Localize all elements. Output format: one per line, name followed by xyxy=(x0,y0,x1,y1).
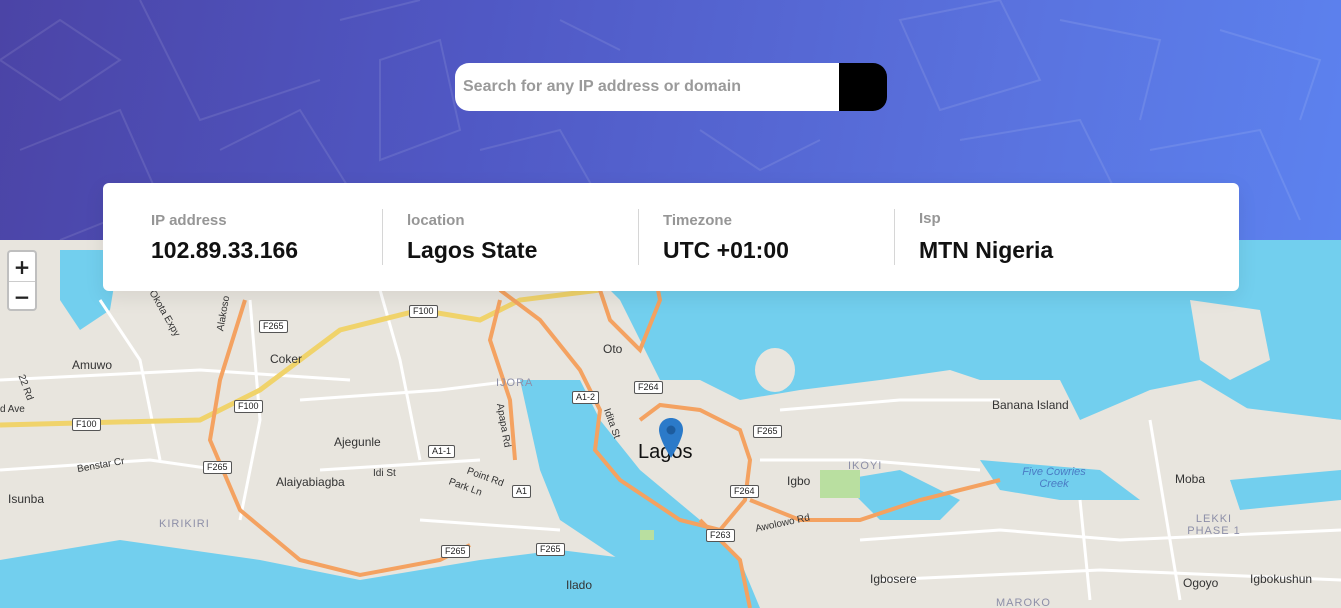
place-label: Ogoyo xyxy=(1183,576,1219,590)
route-shield: F265 xyxy=(203,461,232,474)
search-bar xyxy=(455,63,887,111)
water-label: Five Cowries Creek xyxy=(1022,466,1086,490)
road-label: d Ave xyxy=(0,404,25,415)
stat-ip-address: IP address 102.89.33.166 xyxy=(103,183,359,291)
route-shield: F263 xyxy=(706,529,735,542)
district-label: MAROKO xyxy=(996,597,1051,608)
route-shield: A1 xyxy=(512,485,532,498)
route-shield: A1-1 xyxy=(428,445,456,458)
stat-value: MTN Nigeria xyxy=(919,237,1054,263)
stat-value: UTC +01:00 xyxy=(663,237,789,263)
search-submit-button[interactable] xyxy=(456,63,887,111)
route-shield: F100 xyxy=(72,418,101,431)
place-label: Oto xyxy=(603,342,623,356)
place-label: Coker xyxy=(270,352,303,366)
route-shield: F100 xyxy=(409,305,438,318)
route-shield: F265 xyxy=(259,320,288,333)
stat-label: Isp xyxy=(919,210,941,227)
place-label: Igbosere xyxy=(870,572,917,586)
stat-value: 102.89.33.166 xyxy=(151,237,299,263)
zoom-out-button[interactable]: − xyxy=(9,282,35,311)
search-input[interactable] xyxy=(455,63,839,111)
zoom-control: + − xyxy=(7,250,37,311)
stat-value: Lagos State xyxy=(407,237,538,263)
ip-info-card: IP address 102.89.33.166 location Lagos … xyxy=(103,183,1239,291)
district-label: LEKKI PHASE 1 xyxy=(1187,513,1241,537)
route-shield: F264 xyxy=(634,381,663,394)
chevron-right-icon xyxy=(456,63,467,77)
route-shield: A1-2 xyxy=(572,391,600,404)
route-shield: F264 xyxy=(730,485,759,498)
district-label: KIRIKIRI xyxy=(159,518,210,530)
zoom-in-button[interactable]: + xyxy=(9,252,35,282)
stat-label: IP address xyxy=(151,212,227,229)
stat-label: Timezone xyxy=(663,212,732,229)
place-label: Ilado xyxy=(566,578,593,592)
district-label: IKOYI xyxy=(848,460,883,472)
place-label: Isunba xyxy=(8,492,45,506)
place-label: Amuwo xyxy=(72,358,113,372)
district-label: IJORA xyxy=(496,377,534,389)
place-label: Moba xyxy=(1175,472,1206,486)
stat-timezone: Timezone UTC +01:00 xyxy=(615,183,871,291)
route-shield: F100 xyxy=(234,400,263,413)
place-label: Ajegunle xyxy=(334,435,381,449)
place-label: Igbokushun xyxy=(1250,572,1313,586)
stat-label: location xyxy=(407,212,465,229)
stat-location: location Lagos State xyxy=(359,183,615,291)
place-label: Igbo xyxy=(787,474,811,488)
place-label: Banana Island xyxy=(992,398,1069,412)
route-shield: F265 xyxy=(536,543,565,556)
route-shield: F265 xyxy=(753,425,782,438)
route-shield: F265 xyxy=(441,545,470,558)
place-label: Alaiyabiagba xyxy=(276,475,345,489)
road-label: Idi St xyxy=(373,468,396,479)
map-pin-icon[interactable] xyxy=(659,418,683,463)
stat-isp: Isp MTN Nigeria xyxy=(871,183,1127,291)
